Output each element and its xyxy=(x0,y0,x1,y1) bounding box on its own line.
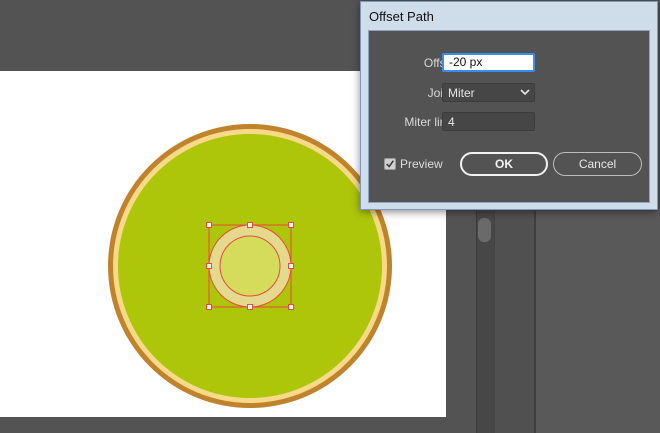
preview-checkbox[interactable] xyxy=(384,158,396,170)
dialog-body: Offset: -20 px Joins: Miter Miter limit:… xyxy=(368,30,650,203)
checkmark-icon xyxy=(386,160,394,168)
handle-middle-left xyxy=(206,263,212,269)
handle-middle-right xyxy=(288,263,294,269)
handle-top-center xyxy=(247,222,253,228)
center-core[interactable] xyxy=(219,235,281,297)
joins-value: Miter xyxy=(448,86,475,100)
side-panel xyxy=(534,211,660,433)
handle-top-right xyxy=(288,222,294,228)
handle-bottom-right xyxy=(288,304,294,310)
dialog-title: Offset Path xyxy=(369,9,434,24)
handle-top-left xyxy=(206,222,212,228)
handle-bottom-center xyxy=(247,304,253,310)
panel-divider xyxy=(494,211,535,433)
offset-input[interactable]: -20 px xyxy=(442,53,535,72)
ok-button[interactable]: OK xyxy=(460,152,548,176)
preview-label[interactable]: Preview xyxy=(400,157,443,171)
canvas-gutter xyxy=(446,211,476,433)
vertical-scrollbar[interactable] xyxy=(476,211,495,433)
joins-dropdown[interactable]: Miter xyxy=(442,83,535,102)
handle-bottom-left xyxy=(206,304,212,310)
cancel-button[interactable]: Cancel xyxy=(553,152,642,176)
scrollbar-thumb[interactable] xyxy=(478,218,491,242)
offset-path-dialog: Offset Path Offset: -20 px Joins: Miter … xyxy=(360,1,658,210)
chevron-down-icon xyxy=(520,89,530,96)
miter-limit-input[interactable]: 4 xyxy=(442,112,535,131)
